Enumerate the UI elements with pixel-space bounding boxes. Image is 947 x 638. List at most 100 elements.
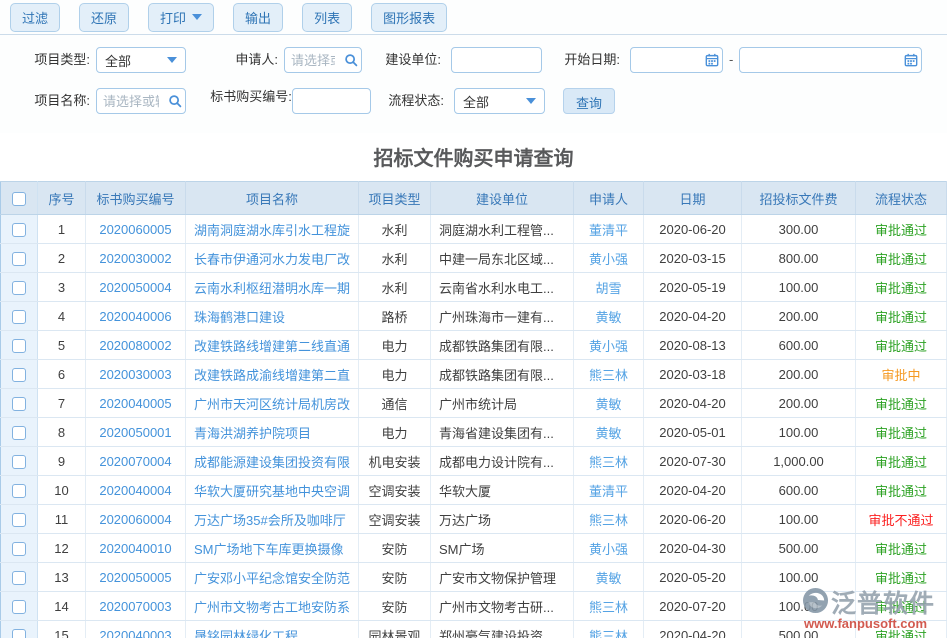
date-cell: 2020-07-30 <box>644 447 742 476</box>
calendar-icon[interactable] <box>901 53 921 67</box>
applicant-link[interactable]: 熊三林 <box>589 513 628 528</box>
row-checkbox[interactable] <box>12 629 26 638</box>
applicant-link[interactable]: 熊三林 <box>589 629 628 638</box>
row-checkbox[interactable] <box>12 600 26 614</box>
construction-unit-input[interactable] <box>452 48 541 72</box>
applicant-link[interactable]: 熊三林 <box>589 455 628 470</box>
applicant-link[interactable]: 黄小强 <box>589 252 628 267</box>
project-name-link[interactable]: 改建铁路线增建第二线直通 <box>194 339 350 354</box>
flow-status-select[interactable]: 全部 <box>454 88 545 114</box>
project-name-link[interactable]: 云南水利枢纽潜明水库一期 <box>194 281 350 296</box>
row-checkbox-cell <box>1 215 38 244</box>
bid-code-link[interactable]: 2020040003 <box>99 628 171 638</box>
project-name-link[interactable]: 改建铁路成渝线增建第二直 <box>194 368 350 383</box>
search-icon[interactable] <box>341 53 361 67</box>
date-to-input[interactable] <box>740 48 901 72</box>
chart-report-button[interactable]: 图形报表 <box>371 3 447 32</box>
applicant-link[interactable]: 黄敏 <box>595 571 621 586</box>
row-checkbox[interactable] <box>12 223 26 237</box>
applicant-link[interactable]: 胡雪 <box>595 281 621 296</box>
table-row: 102020040004华软大厦研究基地中央空调空调安装华软大厦董清平2020-… <box>1 476 947 505</box>
restore-button-label: 还原 <box>91 8 117 27</box>
bid-code-link[interactable]: 2020040005 <box>99 396 171 411</box>
chart-report-button-label: 图形报表 <box>383 8 435 27</box>
bid-code-link[interactable]: 2020050004 <box>99 280 171 295</box>
applicant-link[interactable]: 黄小强 <box>589 339 628 354</box>
search-icon[interactable] <box>165 94 185 108</box>
bid-code-link[interactable]: 2020050001 <box>99 425 171 440</box>
project-name-link[interactable]: 珠海鹤港口建设 <box>194 310 285 325</box>
query-button[interactable]: 查询 <box>563 88 615 114</box>
project-name-link[interactable]: 晟铭园林绿化工程 <box>194 629 298 638</box>
filter-panel: 项目类型: 全部 申请人: 建设单位: 开始日期: - <box>0 35 947 133</box>
row-checkbox[interactable] <box>12 368 26 382</box>
bid-code-link[interactable]: 2020060004 <box>99 512 171 527</box>
bid-purchase-no-label: 标书购买编号: <box>210 88 292 105</box>
project-name-link[interactable]: SM广场地下车库更换摄像 <box>194 542 344 557</box>
bid-code-link[interactable]: 2020070004 <box>99 454 171 469</box>
applicant-link[interactable]: 熊三林 <box>589 368 628 383</box>
applicant-link[interactable]: 黄敏 <box>595 397 621 412</box>
applicant-cell: 胡雪 <box>574 273 644 302</box>
project-type-cell: 电力 <box>359 418 431 447</box>
bid-code-link[interactable]: 2020030002 <box>99 251 171 266</box>
calendar-icon[interactable] <box>702 53 722 67</box>
restore-button[interactable]: 还原 <box>79 3 129 32</box>
applicant-link[interactable]: 董清平 <box>589 223 628 238</box>
project-name-cell: 珠海鹤港口建设 <box>186 302 359 331</box>
project-name-link[interactable]: 成都能源建设集团投资有限 <box>194 455 350 470</box>
row-checkbox[interactable] <box>12 542 26 556</box>
bid-code-link[interactable]: 2020070003 <box>99 599 171 614</box>
row-checkbox[interactable] <box>12 281 26 295</box>
bid-purchase-no-input[interactable] <box>293 89 370 113</box>
row-checkbox[interactable] <box>12 397 26 411</box>
applicant-link[interactable]: 董清平 <box>589 484 628 499</box>
project-type-cell: 空调安装 <box>359 505 431 534</box>
applicant-link[interactable]: 熊三林 <box>589 600 628 615</box>
project-type-select[interactable]: 全部 <box>96 47 186 73</box>
project-name-input[interactable] <box>97 89 165 113</box>
date-range-separator: - <box>723 47 739 73</box>
row-checkbox[interactable] <box>12 571 26 585</box>
list-view-button[interactable]: 列表 <box>302 3 352 32</box>
row-checkbox[interactable] <box>12 252 26 266</box>
bid-code-link[interactable]: 2020040010 <box>99 541 171 556</box>
applicant-link[interactable]: 黄敏 <box>595 426 621 441</box>
project-type-cell: 电力 <box>359 331 431 360</box>
print-button[interactable]: 打印 <box>148 3 214 32</box>
bid-code-link[interactable]: 2020040006 <box>99 309 171 324</box>
filter-button[interactable]: 过滤 <box>10 3 60 32</box>
row-checkbox[interactable] <box>12 513 26 527</box>
row-checkbox[interactable] <box>12 426 26 440</box>
col-header-date: 日期 <box>644 182 742 215</box>
project-name-link[interactable]: 长春市伊通河水力发电厂改 <box>194 252 350 267</box>
date-from-input[interactable] <box>631 48 702 72</box>
project-name-link[interactable]: 广安邓小平纪念馆安全防范 <box>194 571 350 586</box>
export-button[interactable]: 输出 <box>233 3 283 32</box>
project-name-link[interactable]: 青海洪湖养护院项目 <box>194 426 311 441</box>
row-checkbox[interactable] <box>12 455 26 469</box>
bid-code-link[interactable]: 2020040004 <box>99 483 171 498</box>
project-name-link[interactable]: 广州市天河区统计局机房改 <box>194 397 350 412</box>
applicant-cell: 熊三林 <box>574 505 644 534</box>
project-type-cell: 机电安装 <box>359 447 431 476</box>
project-name-link[interactable]: 万达广场35#会所及咖啡厅 <box>194 513 346 528</box>
row-checkbox[interactable] <box>12 339 26 353</box>
project-name-link[interactable]: 湖南洞庭湖水库引水工程旋 <box>194 223 350 238</box>
applicant-link[interactable]: 黄小强 <box>589 542 628 557</box>
project-name-link[interactable]: 华软大厦研究基地中央空调 <box>194 484 350 499</box>
applicant-input[interactable] <box>285 48 341 72</box>
bid-code-link[interactable]: 2020080002 <box>99 338 171 353</box>
select-all-checkbox[interactable] <box>12 192 26 206</box>
status-cell: 审批通过 <box>856 534 947 563</box>
applicant-cell: 熊三林 <box>574 360 644 389</box>
project-name-link[interactable]: 广州市文物考古工地安防系 <box>194 600 350 615</box>
applicant-link[interactable]: 黄敏 <box>595 310 621 325</box>
bid-code-link[interactable]: 2020050005 <box>99 570 171 585</box>
bid-code-link[interactable]: 2020060005 <box>99 222 171 237</box>
fee-cell: 200.00 <box>742 302 856 331</box>
row-checkbox[interactable] <box>12 310 26 324</box>
date-cell: 2020-05-20 <box>644 563 742 592</box>
bid-code-link[interactable]: 2020030003 <box>99 367 171 382</box>
row-checkbox[interactable] <box>12 484 26 498</box>
